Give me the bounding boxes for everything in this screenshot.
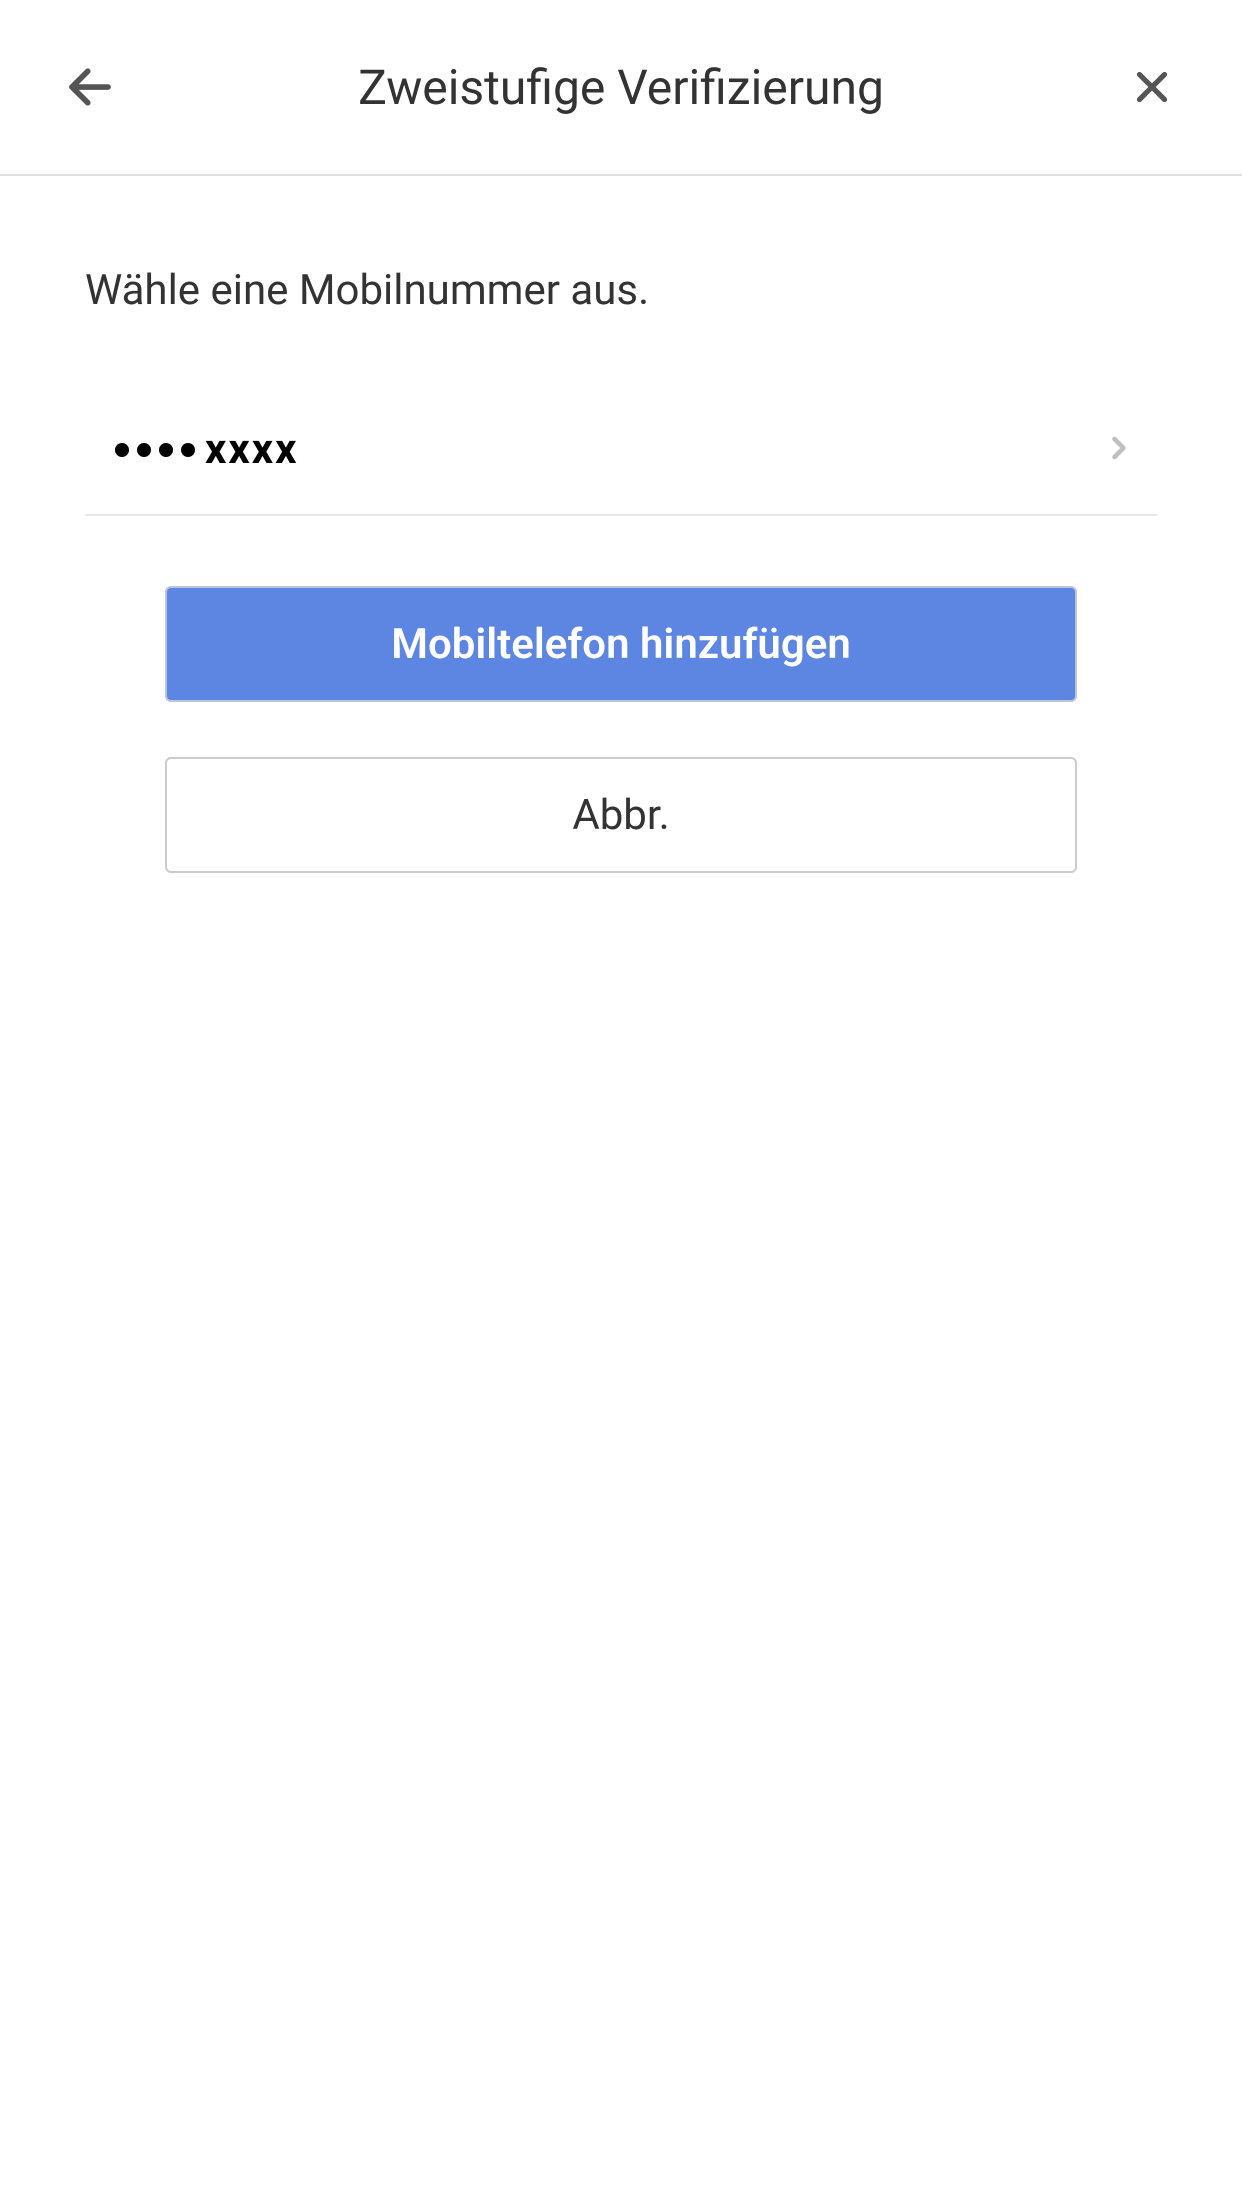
back-button[interactable] bbox=[60, 57, 120, 117]
page-title: Zweistufige Verifizierung bbox=[120, 59, 1122, 116]
arrow-left-icon bbox=[63, 60, 117, 114]
instruction-text: Wähle eine Mobilnummer aus. bbox=[85, 266, 1157, 315]
close-button[interactable] bbox=[1122, 57, 1182, 117]
phone-list: xxxx bbox=[85, 395, 1157, 516]
phone-number-masked: xxxx bbox=[115, 425, 298, 474]
chevron-right-icon bbox=[1101, 430, 1137, 470]
content-area: Wähle eine Mobilnummer aus. xxxx Mobilte… bbox=[0, 176, 1242, 873]
button-container: Mobiltelefon hinzufügen Abbr. bbox=[85, 586, 1157, 873]
add-phone-label: Mobiltelefon hinzufügen bbox=[391, 620, 851, 669]
close-icon bbox=[1127, 62, 1177, 112]
masked-dots-icon bbox=[115, 443, 195, 457]
add-phone-button[interactable]: Mobiltelefon hinzufügen bbox=[165, 586, 1077, 702]
phone-number-suffix: xxxx bbox=[205, 425, 298, 474]
phone-item[interactable]: xxxx bbox=[85, 395, 1157, 516]
header: Zweistufige Verifizierung bbox=[0, 0, 1242, 176]
cancel-button[interactable]: Abbr. bbox=[165, 757, 1077, 873]
cancel-label: Abbr. bbox=[572, 791, 669, 840]
